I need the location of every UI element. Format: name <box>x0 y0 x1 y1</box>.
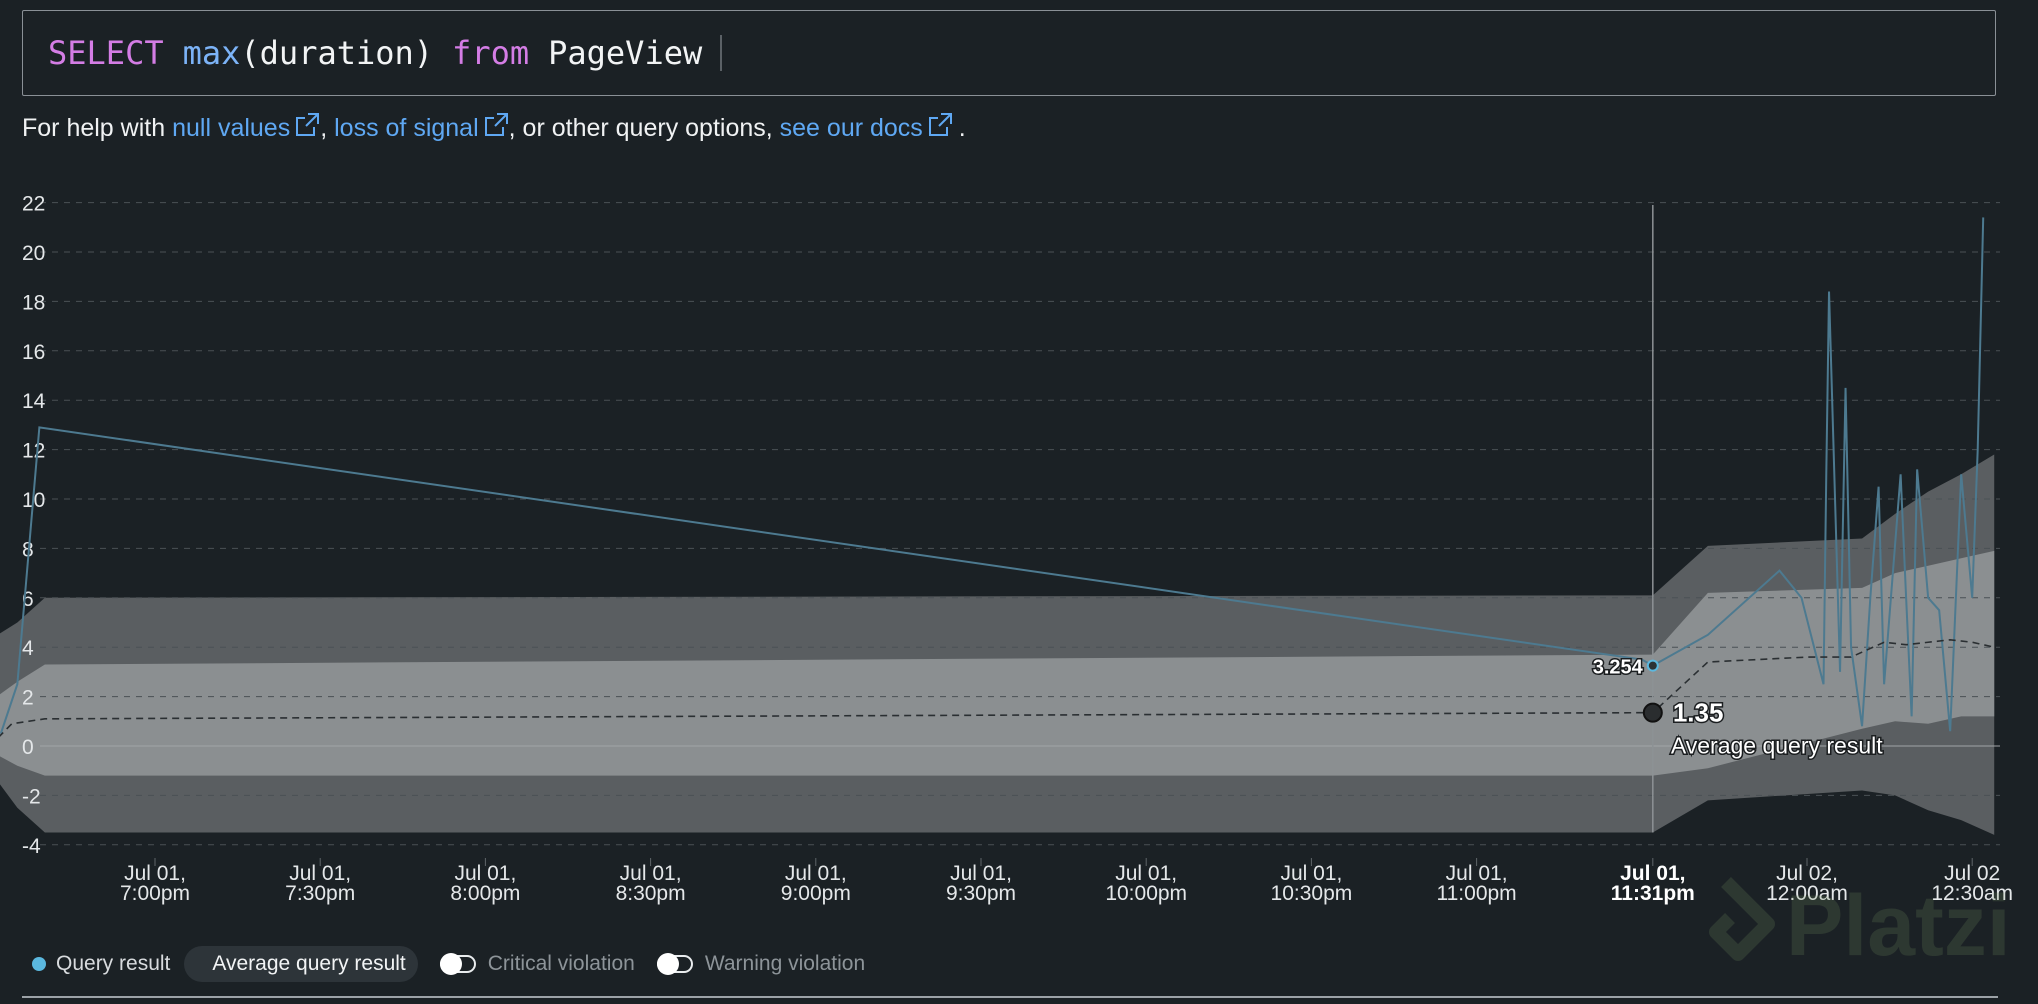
y-tick-label: 18 <box>22 291 45 314</box>
x-tick-label: 8:00pm <box>450 882 520 905</box>
external-link-icon <box>484 113 508 136</box>
y-tick-label: 12 <box>22 440 45 463</box>
average-point <box>1642 702 1663 723</box>
query-keyword-select: SELECT <box>48 34 164 72</box>
x-tick-label: 7:00pm <box>120 882 190 905</box>
y-tick-label: -2 <box>22 785 41 808</box>
warning-violation-toggle[interactable] <box>656 953 693 975</box>
nrql-query-editor[interactable]: SELECT max (duration) from PageView <box>22 10 1996 96</box>
platzi-watermark: Platzi <box>1676 876 2011 976</box>
query-args: (duration) <box>240 34 434 72</box>
x-tick-label: 9:00pm <box>781 882 851 905</box>
platzi-logo-icon <box>1709 877 1775 961</box>
y-tick-label: 2 <box>22 687 34 710</box>
legend-average-query-result[interactable]: Average query result <box>184 946 418 982</box>
tooltip-average-value: 1.35 <box>1673 698 1724 728</box>
y-tick-label: 14 <box>22 390 46 413</box>
null-values-link[interactable]: null values <box>172 113 320 142</box>
query-result-swatch <box>32 957 46 971</box>
x-tick-label: 9:30pm <box>946 882 1016 905</box>
timeseries-chart[interactable]: 2220181614121086420-2-4Jul 01,7:00pmJul … <box>0 170 2038 910</box>
x-tick-label: 10:00pm <box>1105 882 1187 905</box>
help-separator: , <box>320 114 328 142</box>
chart-legend: Query result Average query result Critic… <box>22 944 865 984</box>
see-our-docs-link[interactable]: see our docs <box>780 113 953 142</box>
tooltip-query-value: 3.254 <box>1593 657 1644 679</box>
help-prefix: For help with <box>22 114 166 142</box>
loss-of-signal-link[interactable]: loss of signal <box>334 113 509 142</box>
y-tick-label: 22 <box>22 193 45 216</box>
y-tick-label: 16 <box>22 341 45 364</box>
warning-violation-label: Warning violation <box>704 952 866 975</box>
help-suffix: . <box>958 114 966 142</box>
y-tick-label: 4 <box>22 637 34 660</box>
query-result-point <box>1646 659 1659 672</box>
critical-violation-toggle[interactable] <box>439 953 476 975</box>
watermark-text: Platzi <box>1786 877 2011 974</box>
external-link-icon <box>296 113 320 136</box>
y-tick-label: 0 <box>22 736 34 759</box>
text-cursor <box>720 35 723 71</box>
tooltip-average-label: Average query result <box>1671 733 1883 759</box>
x-tick-label: 10:30pm <box>1271 882 1353 905</box>
x-tick-label: 11:00pm <box>1437 882 1517 905</box>
help-middle: , or other query options, <box>508 114 773 142</box>
y-tick-label: 20 <box>22 242 45 265</box>
x-tick-label: 7:30pm <box>285 882 355 905</box>
y-tick-label: -4 <box>22 835 41 858</box>
critical-violation-label: Critical violation <box>487 952 635 975</box>
external-link-icon <box>928 113 952 136</box>
divider <box>22 996 1998 998</box>
x-tick-label: 8:30pm <box>616 882 686 905</box>
help-text: For help with null values, loss of signa… <box>22 112 966 143</box>
query-table: PageView <box>548 34 703 72</box>
query-keyword-from: from <box>452 34 530 72</box>
query-function: max <box>182 34 241 72</box>
legend-query-result[interactable]: Query result <box>56 952 170 976</box>
